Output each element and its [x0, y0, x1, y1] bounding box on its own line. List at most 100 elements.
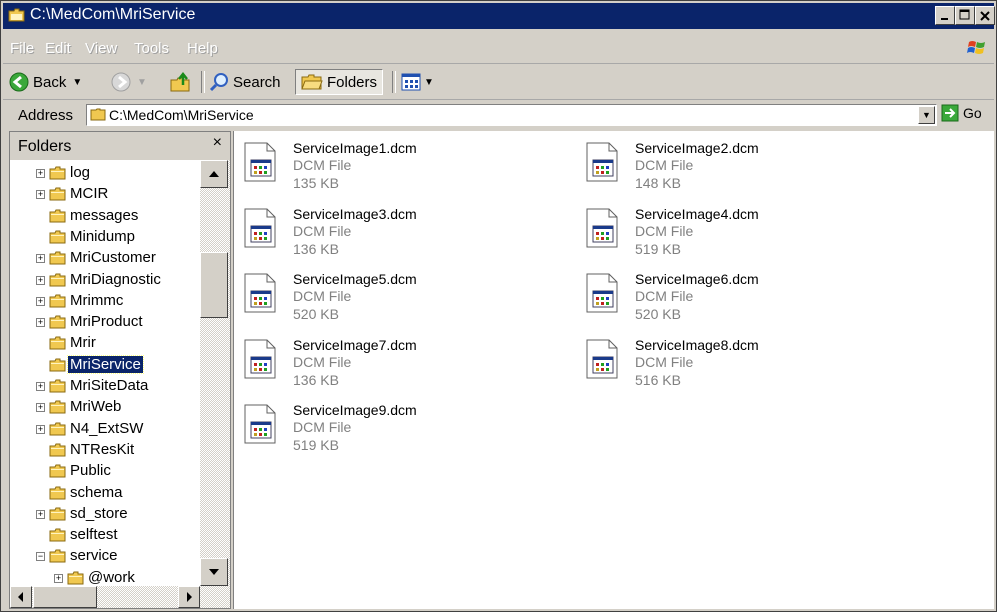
- back-dropdown-icon[interactable]: ▼: [72, 77, 82, 88]
- folder-icon-wrap: [49, 248, 66, 269]
- toolbar-separator: [201, 71, 205, 93]
- file-item[interactable]: ServiceImage2.dcm DCM File 148 KB: [578, 137, 908, 197]
- up-button[interactable]: [169, 69, 193, 95]
- folders-button[interactable]: Folders: [295, 69, 384, 95]
- forward-button[interactable]: ▼: [111, 69, 147, 95]
- tree-expander[interactable]: +: [36, 424, 45, 434]
- go-arrow-icon: [941, 104, 959, 122]
- tree-item-label: Minidump: [70, 227, 136, 245]
- scroll-right-button[interactable]: [178, 586, 200, 608]
- folders-pane-close-button[interactable]: ×: [213, 134, 222, 152]
- file-type: DCM File: [293, 419, 352, 435]
- menu-view[interactable]: View: [85, 40, 117, 57]
- standard-toolbar: Back ▼ ▼ Search Folders ▼: [3, 65, 994, 100]
- arrow-left-icon: [18, 592, 23, 602]
- file-name: ServiceImage3.dcm: [293, 205, 417, 222]
- folder-icon-wrap: [49, 163, 66, 184]
- tree-item-label: MriProduct: [70, 313, 143, 331]
- search-icon: [209, 73, 228, 92]
- folder-icon-wrap: [49, 461, 66, 482]
- file-type: DCM File: [635, 157, 694, 173]
- tree-item-label: service: [70, 547, 118, 565]
- forward-dropdown-icon[interactable]: ▼: [137, 77, 147, 88]
- dcm-file-icon: [244, 339, 276, 378]
- tree-expander[interactable]: +: [36, 403, 45, 413]
- file-item[interactable]: ServiceImage8.dcm DCM File 516 KB: [578, 334, 908, 394]
- folder-tree-vertical-scrollbar[interactable]: [200, 160, 230, 586]
- tree-expander[interactable]: +: [54, 573, 63, 583]
- folder-icon: [49, 422, 66, 436]
- file-type: DCM File: [635, 353, 694, 370]
- maximize-button[interactable]: [955, 6, 975, 25]
- dcm-file-icon: [244, 404, 276, 444]
- folder-icon: [49, 166, 66, 180]
- views-dropdown-icon[interactable]: ▼: [424, 77, 434, 88]
- file-item[interactable]: ServiceImage9.dcm DCM File 519 KB: [236, 399, 566, 459]
- address-dropdown-button[interactable]: ▼: [918, 106, 935, 124]
- menu-tools[interactable]: Tools: [134, 40, 169, 57]
- file-size: 148 KB: [635, 175, 681, 191]
- menu-file[interactable]: File: [10, 40, 34, 57]
- tree-expander[interactable]: +: [36, 169, 45, 178]
- scroll-left-button[interactable]: [10, 586, 32, 608]
- explorer-window: C:\MedCom\MriService File Edit View Tool…: [0, 0, 997, 612]
- vertical-scroll-thumb[interactable]: [200, 252, 228, 318]
- folder-up-icon: [170, 71, 190, 92]
- file-item[interactable]: ServiceImage1.dcm DCM File 135 KB: [236, 137, 566, 197]
- views-button[interactable]: ▼: [401, 69, 434, 95]
- folder-icon-wrap: [49, 312, 66, 333]
- tree-expander[interactable]: +: [36, 296, 45, 306]
- tree-expander[interactable]: +: [36, 382, 45, 391]
- tree-item-label: MriCustomer: [70, 249, 156, 267]
- tree-item-label: sd_store: [70, 504, 128, 522]
- tree-expander[interactable]: +: [36, 190, 45, 200]
- tree-item-label: selftest: [70, 526, 118, 544]
- folder-icon-wrap: [49, 376, 66, 397]
- folder-icon-wrap: [49, 333, 66, 354]
- file-item[interactable]: ServiceImage7.dcm DCM File 136 KB: [236, 334, 566, 394]
- tree-item-label: Mrimmc: [70, 291, 124, 309]
- go-button[interactable]: Go: [941, 104, 982, 122]
- back-arrow-icon: [9, 72, 29, 92]
- views-icon: [401, 73, 421, 91]
- folder-icon: [49, 251, 66, 265]
- file-item[interactable]: ServiceImage4.dcm DCM File 519 KB: [578, 203, 908, 263]
- address-field[interactable]: C:\MedCom\MriService ▼: [86, 104, 937, 126]
- file-name: ServiceImage8.dcm: [635, 336, 759, 353]
- folder-icon-wrap: [49, 291, 66, 312]
- file-name: ServiceImage2.dcm: [635, 140, 759, 156]
- tree-expander[interactable]: +: [36, 254, 45, 264]
- search-button[interactable]: Search: [209, 69, 281, 95]
- horizontal-scroll-thumb[interactable]: [33, 586, 97, 608]
- folder-icon-wrap: [49, 206, 66, 227]
- tree-expander[interactable]: −: [36, 552, 45, 562]
- file-name: ServiceImage9.dcm: [293, 402, 417, 418]
- folder-tree-horizontal-scrollbar[interactable]: [10, 586, 230, 608]
- file-item[interactable]: ServiceImage5.dcm DCM File 520 KB: [236, 268, 566, 328]
- close-button[interactable]: [975, 6, 995, 25]
- folder-icon-wrap: [49, 355, 66, 376]
- scroll-down-button[interactable]: [200, 558, 228, 586]
- folder-icon-wrap: [49, 483, 66, 504]
- tree-expander[interactable]: +: [36, 509, 45, 519]
- file-type: DCM File: [293, 353, 352, 370]
- tree-expander[interactable]: +: [36, 318, 45, 328]
- file-size: 136 KB: [293, 240, 339, 257]
- minimize-button[interactable]: [935, 6, 955, 25]
- tree-item-label: N4_ExtSW: [70, 419, 144, 437]
- menu-edit[interactable]: Edit: [45, 40, 71, 57]
- folders-pane: Folders × + log + MCIR messages Minidump + MriC…: [9, 131, 231, 609]
- folder-icon-wrap: [49, 397, 66, 418]
- scroll-up-button[interactable]: [200, 160, 228, 188]
- file-type: DCM File: [293, 157, 352, 173]
- forward-arrow-icon: [111, 72, 131, 92]
- tree-expander[interactable]: +: [36, 275, 45, 285]
- title-bar[interactable]: C:\MedCom\MriService: [3, 3, 995, 29]
- menu-help[interactable]: Help: [187, 40, 218, 57]
- file-item[interactable]: ServiceImage6.dcm DCM File 520 KB: [578, 268, 908, 328]
- file-item[interactable]: ServiceImage3.dcm DCM File 136 KB: [236, 203, 566, 263]
- back-button[interactable]: Back ▼: [9, 69, 82, 95]
- folder-icon: [49, 507, 66, 521]
- file-type: DCM File: [293, 222, 352, 239]
- tree-item-label: schema: [70, 483, 123, 501]
